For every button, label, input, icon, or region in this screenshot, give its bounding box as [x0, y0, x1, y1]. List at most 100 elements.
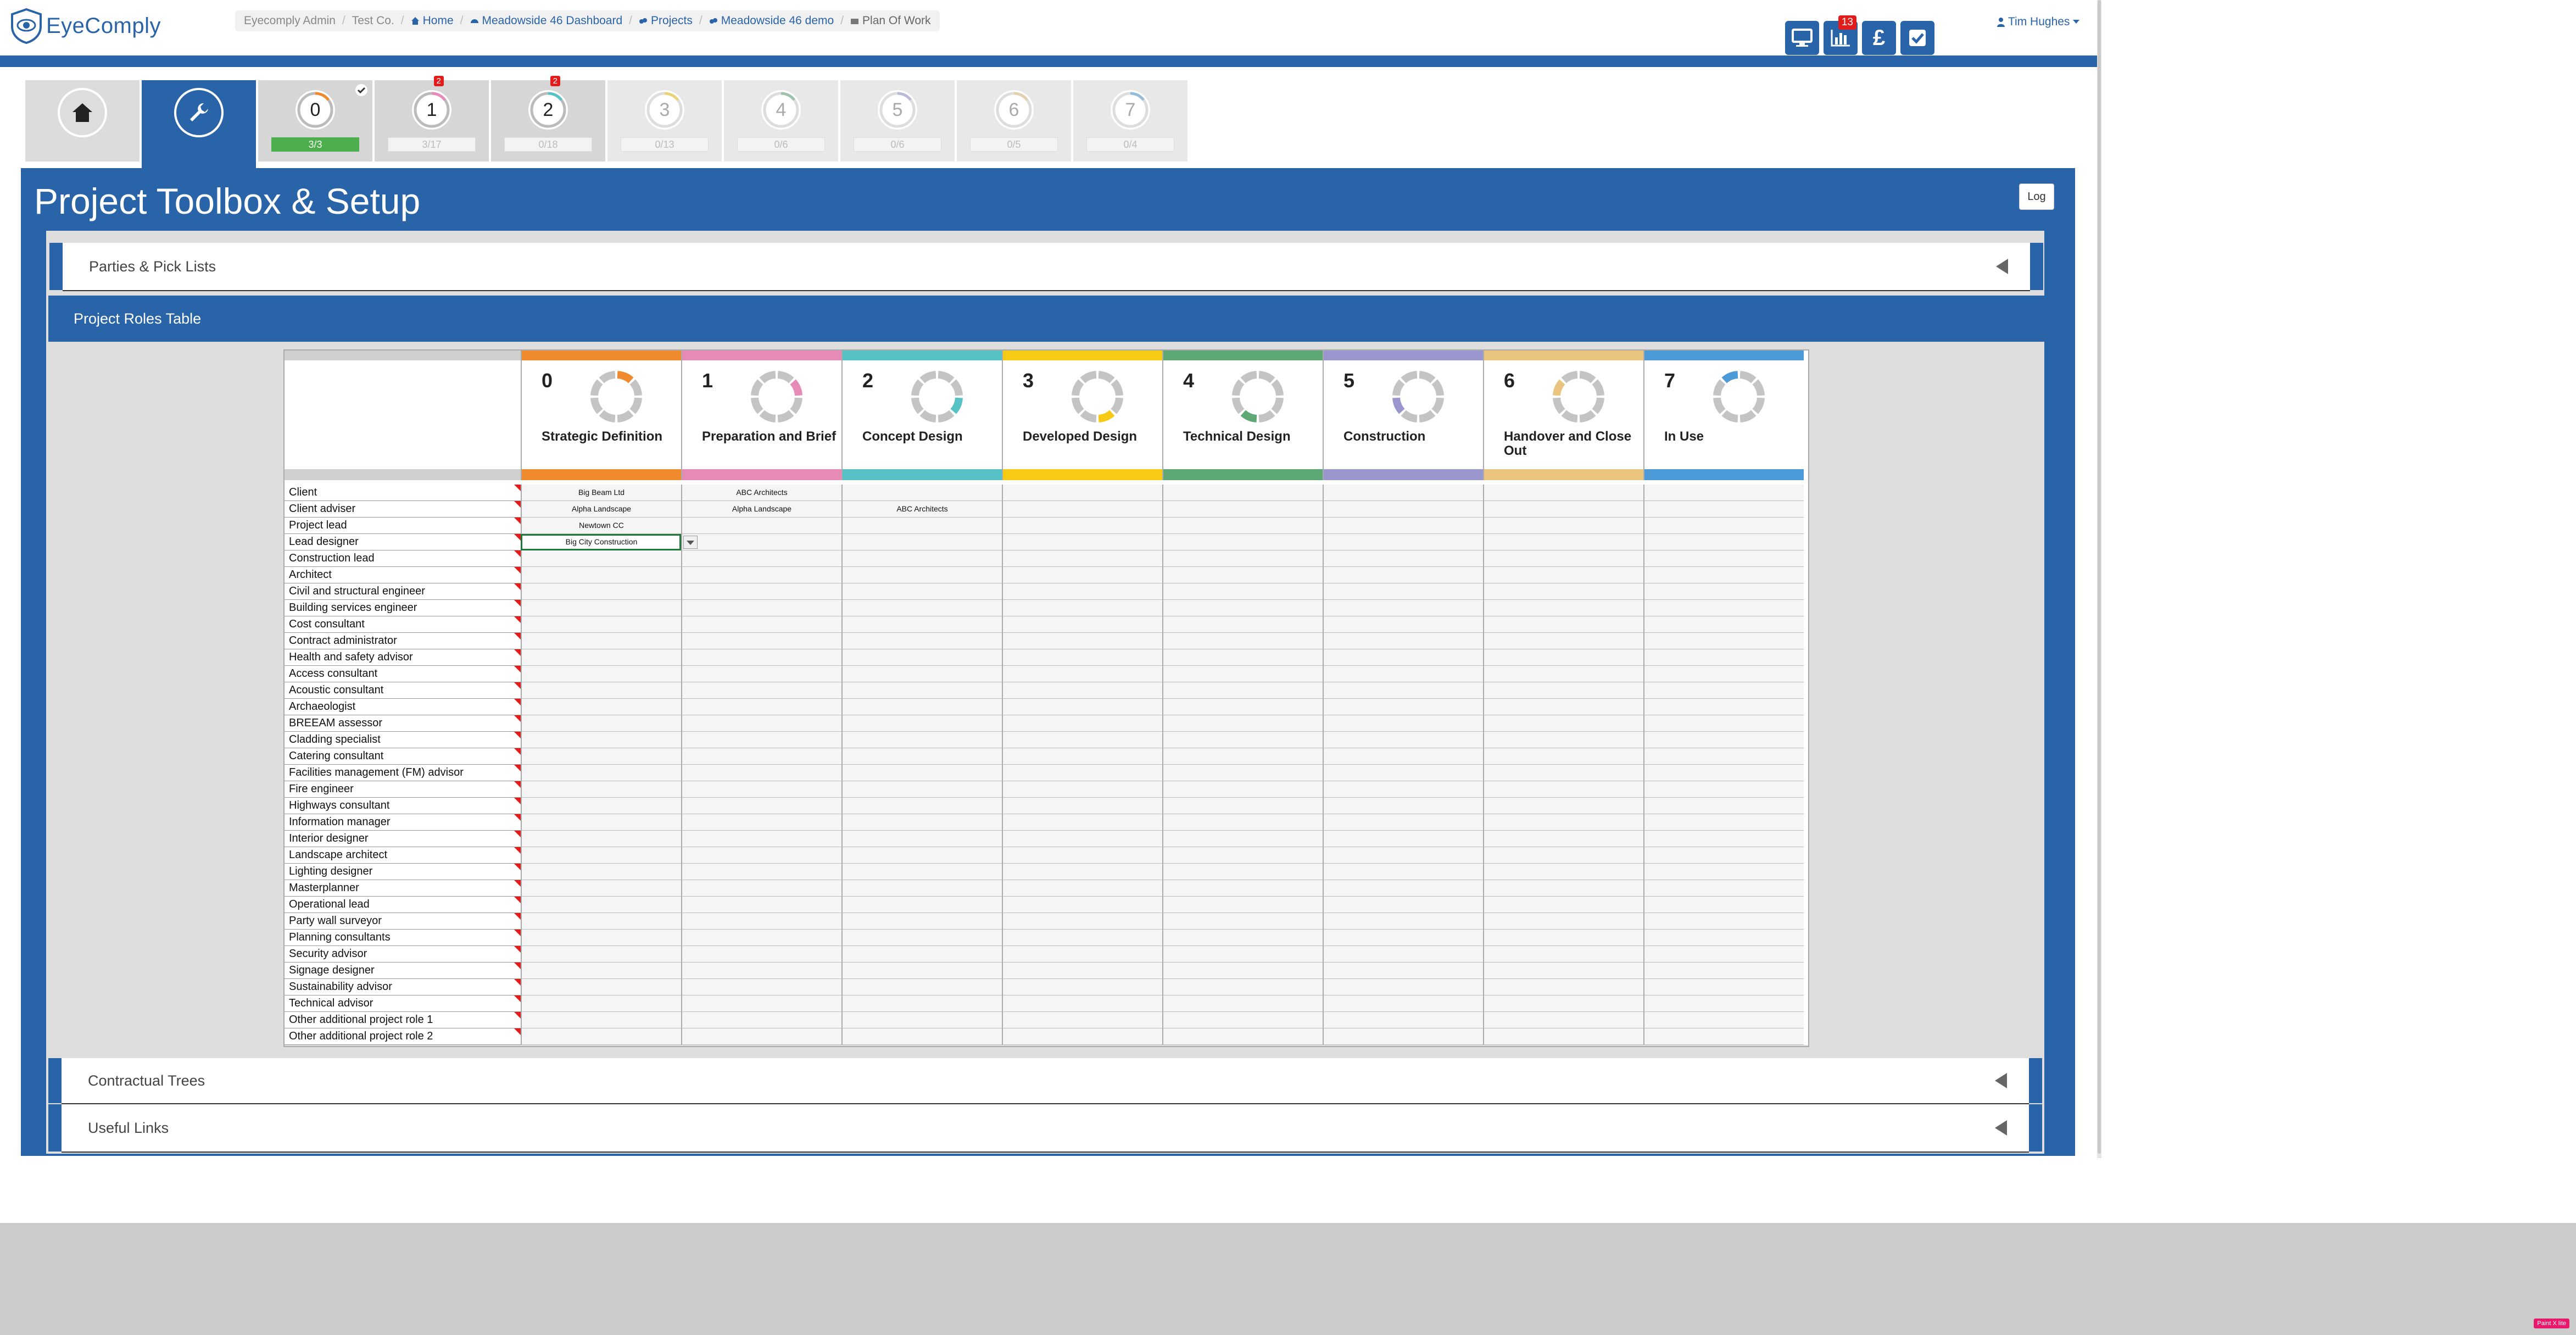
role-cell[interactable]: [841, 847, 1002, 864]
role-cell[interactable]: [1643, 1012, 1804, 1028]
tab-stage-1[interactable]: 1 3/17 2: [375, 76, 489, 162]
role-cell[interactable]: [1323, 765, 1483, 781]
role-cell[interactable]: [841, 864, 1002, 880]
role-cell[interactable]: [1323, 979, 1483, 995]
role-cell[interactable]: [1643, 798, 1804, 814]
role-cell[interactable]: [681, 600, 841, 616]
role-cell[interactable]: Newtown CC: [521, 518, 681, 534]
role-cell[interactable]: [841, 963, 1002, 979]
role-cell[interactable]: [1643, 897, 1804, 913]
role-cell[interactable]: [1162, 1028, 1323, 1045]
role-cell[interactable]: [1002, 748, 1162, 765]
role-cell[interactable]: [681, 814, 841, 831]
role-cell[interactable]: [1483, 897, 1643, 913]
role-cell[interactable]: [1483, 501, 1643, 518]
role-cell[interactable]: [841, 583, 1002, 600]
role-cell[interactable]: [1002, 550, 1162, 567]
role-cell[interactable]: [681, 765, 841, 781]
role-cell[interactable]: [1002, 814, 1162, 831]
role-cell[interactable]: [681, 518, 841, 534]
role-cell[interactable]: [1483, 765, 1643, 781]
role-cell[interactable]: [841, 765, 1002, 781]
role-cell[interactable]: [841, 715, 1002, 732]
role-cell[interactable]: [1162, 682, 1323, 699]
role-cell[interactable]: [681, 913, 841, 930]
role-cell[interactable]: [1483, 600, 1643, 616]
role-cell[interactable]: [1162, 1012, 1323, 1028]
role-cell[interactable]: [1643, 732, 1804, 748]
role-cell[interactable]: [681, 831, 841, 847]
role-cell[interactable]: [1323, 649, 1483, 666]
role-cell[interactable]: [521, 1012, 681, 1028]
role-cell[interactable]: [1483, 732, 1643, 748]
role-cell[interactable]: [1643, 946, 1804, 963]
role-cell[interactable]: [1323, 930, 1483, 946]
role-cell[interactable]: [1323, 633, 1483, 649]
role-cell[interactable]: [521, 897, 681, 913]
role-cell[interactable]: [1323, 847, 1483, 864]
accordion-parties[interactable]: Parties & Pick Lists: [49, 243, 2043, 291]
role-cell[interactable]: [1483, 583, 1643, 600]
role-cell[interactable]: [1483, 1012, 1643, 1028]
role-cell[interactable]: [1162, 534, 1323, 550]
role-cell[interactable]: [1002, 847, 1162, 864]
role-cell[interactable]: [681, 649, 841, 666]
role-cell[interactable]: [1162, 550, 1323, 567]
role-cell[interactable]: [681, 567, 841, 583]
role-cell[interactable]: [841, 1012, 1002, 1028]
role-cell[interactable]: [1643, 814, 1804, 831]
role-cell[interactable]: [1483, 979, 1643, 995]
role-cell[interactable]: [521, 963, 681, 979]
tab-stage-2[interactable]: 2 0/18 2: [491, 76, 605, 162]
role-cell[interactable]: [1162, 715, 1323, 732]
role-cell[interactable]: ABC Architects: [681, 485, 841, 501]
role-cell[interactable]: [1002, 534, 1162, 550]
role-cell[interactable]: [1002, 567, 1162, 583]
role-cell[interactable]: [1643, 930, 1804, 946]
role-cell[interactable]: [841, 995, 1002, 1012]
role-cell[interactable]: [1643, 518, 1804, 534]
role-cell[interactable]: [1323, 485, 1483, 501]
role-cell[interactable]: [1162, 979, 1323, 995]
role-cell[interactable]: [1323, 666, 1483, 682]
tab-stage-5[interactable]: 5 0/6: [840, 80, 955, 162]
tab-stage-0[interactable]: 0 3/3: [258, 80, 372, 162]
role-cell[interactable]: [1643, 567, 1804, 583]
role-cell[interactable]: [1643, 913, 1804, 930]
role-cell[interactable]: [1483, 534, 1643, 550]
monitor-button[interactable]: [1785, 21, 1819, 55]
role-cell[interactable]: [1483, 781, 1643, 798]
role-cell[interactable]: [1643, 1028, 1804, 1045]
role-cell[interactable]: [1323, 748, 1483, 765]
role-cell[interactable]: [841, 666, 1002, 682]
role-cell[interactable]: [521, 930, 681, 946]
role-cell[interactable]: [1162, 765, 1323, 781]
role-cell[interactable]: [841, 946, 1002, 963]
role-cell[interactable]: [1162, 518, 1323, 534]
role-cell[interactable]: [1483, 748, 1643, 765]
role-cell[interactable]: [1643, 633, 1804, 649]
role-cell[interactable]: [1002, 501, 1162, 518]
role-cell[interactable]: [521, 781, 681, 798]
role-cell[interactable]: [1002, 781, 1162, 798]
role-cell[interactable]: [1483, 913, 1643, 930]
role-cell[interactable]: [521, 666, 681, 682]
role-cell[interactable]: [1323, 518, 1483, 534]
role-cell[interactable]: [841, 616, 1002, 633]
role-cell[interactable]: [841, 897, 1002, 913]
tab-stage-4[interactable]: 4 0/6: [724, 80, 838, 162]
role-cell[interactable]: [521, 583, 681, 600]
role-cell[interactable]: [1162, 913, 1323, 930]
role-cell[interactable]: [521, 567, 681, 583]
role-cell[interactable]: [841, 979, 1002, 995]
role-cell[interactable]: [1162, 633, 1323, 649]
role-cell[interactable]: [521, 864, 681, 880]
cell-dropdown-button[interactable]: [683, 536, 698, 549]
role-cell[interactable]: [1002, 963, 1162, 979]
role-cell[interactable]: [521, 732, 681, 748]
role-cell[interactable]: [1002, 600, 1162, 616]
role-cell[interactable]: [1323, 699, 1483, 715]
role-cell[interactable]: [1162, 880, 1323, 897]
role-cell[interactable]: [681, 995, 841, 1012]
role-cell[interactable]: [1162, 847, 1323, 864]
